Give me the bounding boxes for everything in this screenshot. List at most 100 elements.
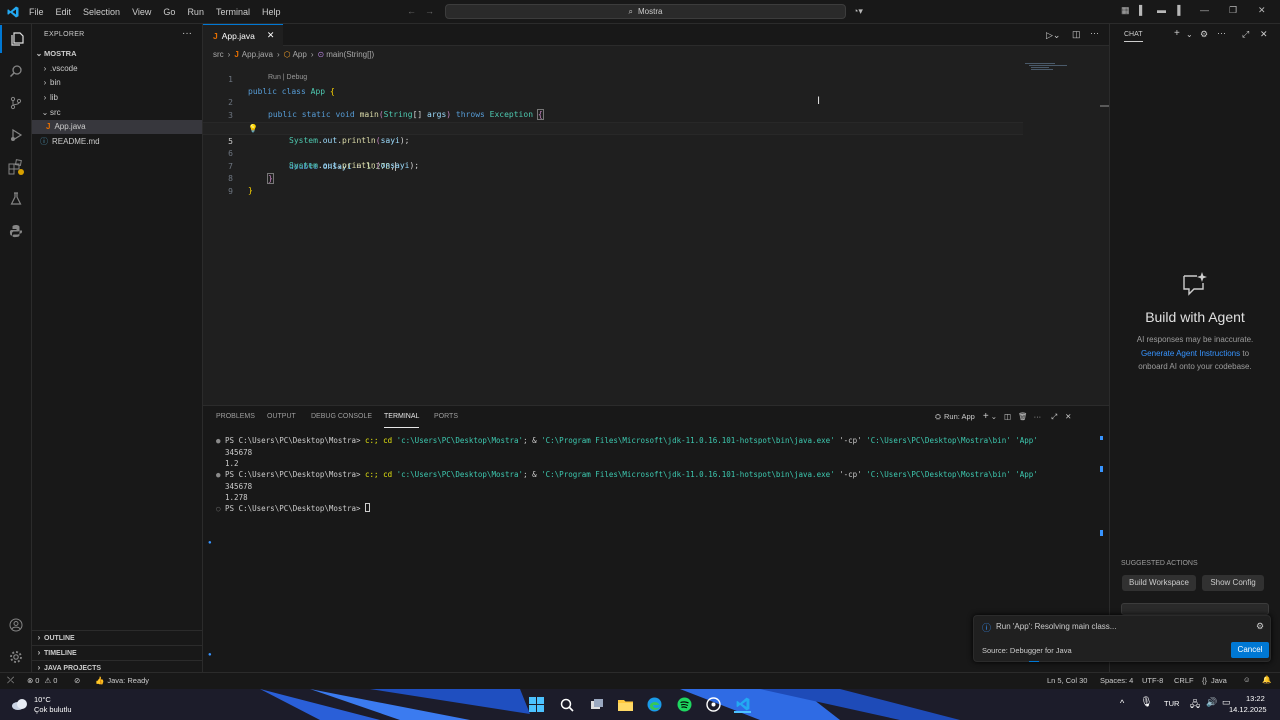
workspace-root[interactable]: ⌄ MOSTRA: [32, 47, 202, 61]
lightbulb-icon[interactable]: 💡: [248, 123, 258, 136]
show-config-button[interactable]: Show Config: [1202, 575, 1264, 591]
menu-selection[interactable]: Selection: [77, 0, 126, 24]
codelens-run-debug[interactable]: Run | Debug: [268, 74, 307, 81]
maximize-chat-icon[interactable]: ⤢: [1242, 29, 1249, 40]
back-arrow-icon[interactable]: ←: [407, 6, 416, 16]
close-chat-icon[interactable]: ✕: [1260, 29, 1268, 40]
breadcrumb-class[interactable]: App: [293, 50, 307, 59]
python-icon[interactable]: [0, 217, 32, 245]
file-explorer-icon[interactable]: [617, 696, 634, 713]
tree-item-vscode[interactable]: › .vscode: [32, 62, 202, 76]
chevron-down-icon[interactable]: ⌄: [991, 412, 997, 421]
menu-help[interactable]: Help: [256, 0, 287, 24]
breadcrumb-file[interactable]: App.java: [242, 50, 273, 59]
menu-edit[interactable]: Edit: [50, 0, 78, 24]
menu-file[interactable]: File: [23, 0, 50, 24]
tab-app-java[interactable]: J App.java ✕: [203, 24, 283, 46]
menu-run[interactable]: Run: [181, 0, 210, 24]
chat-settings-gear-icon[interactable]: ⚙: [1200, 29, 1208, 40]
tree-item-readme[interactable]: ⓘ README.md: [32, 135, 202, 149]
remote-indicator-icon[interactable]: ⤫: [7, 675, 14, 686]
ports-icon[interactable]: ⊘: [74, 676, 80, 685]
new-chat-plus-icon[interactable]: +: [1174, 28, 1180, 39]
source-control-icon[interactable]: [0, 89, 32, 117]
minimize-icon[interactable]: —: [1200, 5, 1209, 15]
tab-output[interactable]: OUTPUT: [267, 406, 296, 428]
chat-input[interactable]: [1121, 603, 1269, 615]
command-center-search[interactable]: ⌕ Mostra: [445, 4, 846, 19]
minimap[interactable]: [1025, 62, 1067, 70]
maximize-panel-icon[interactable]: ⤢: [1051, 412, 1057, 422]
cancel-button[interactable]: Cancel: [1231, 642, 1269, 658]
end-of-line[interactable]: CRLF: [1174, 676, 1194, 685]
github-desktop-icon[interactable]: [705, 696, 722, 713]
accounts-icon[interactable]: [0, 611, 32, 639]
breadcrumb-method[interactable]: main(String[]): [326, 50, 374, 59]
language-mode[interactable]: {} Java: [1202, 676, 1227, 685]
customize-layout-icon[interactable]: ▦: [1121, 5, 1130, 16]
tree-item-lib[interactable]: › lib: [32, 91, 202, 105]
tree-item-bin[interactable]: › bin: [32, 76, 202, 90]
tab-problems[interactable]: PROBLEMS: [216, 406, 255, 428]
timeline-section[interactable]: › TIMELINE: [32, 645, 202, 659]
notifications-bell-icon[interactable]: 🔔: [1262, 675, 1271, 684]
breadcrumb-folder[interactable]: src: [213, 50, 224, 59]
chat-title[interactable]: CHAT: [1124, 31, 1143, 42]
tray-chevron-up-icon[interactable]: ^: [1120, 698, 1124, 708]
start-windows-icon[interactable]: [528, 696, 545, 713]
close-window-icon[interactable]: ✕: [1258, 5, 1266, 16]
chevron-down-icon[interactable]: ⌄: [1186, 30, 1193, 39]
toggle-secondary-sidebar-icon[interactable]: ▐: [1174, 5, 1180, 15]
tree-item-app-java[interactable]: J App.java: [32, 120, 202, 134]
indentation[interactable]: Spaces: 4: [1100, 676, 1133, 685]
copilot-status-icon[interactable]: ☺: [1243, 675, 1251, 684]
restore-icon[interactable]: ❐: [1229, 5, 1237, 16]
more-actions-icon[interactable]: ···: [182, 28, 192, 39]
chat-more-icon[interactable]: ···: [1217, 28, 1226, 38]
split-editor-icon[interactable]: ◫: [1072, 29, 1081, 40]
menu-terminal[interactable]: Terminal: [210, 0, 256, 24]
copilot-icon[interactable]: ◔▾: [853, 6, 863, 17]
keyboard-language[interactable]: TUR: [1164, 699, 1179, 708]
task-view-icon[interactable]: [588, 696, 605, 713]
run-file-icon[interactable]: ▷⌄: [1046, 30, 1060, 41]
tree-item-src[interactable]: ⌄ src: [32, 106, 202, 120]
generate-instructions-link[interactable]: Generate Agent Instructions: [1141, 349, 1240, 358]
problems-status[interactable]: ⊗ 0 ⚠ 0: [27, 676, 57, 685]
tab-terminal[interactable]: TERMINAL: [384, 406, 420, 428]
microphone-icon[interactable]: 🎙: [1140, 697, 1153, 708]
manage-gear-icon[interactable]: [0, 643, 32, 671]
tab-debug-console[interactable]: DEBUG CONSOLE: [311, 406, 372, 428]
explorer-icon[interactable]: [0, 25, 32, 53]
clock-time[interactable]: 13:22: [1246, 694, 1265, 703]
edge-browser-icon[interactable]: [646, 696, 663, 713]
notification-settings-gear-icon[interactable]: ⚙: [1256, 621, 1264, 632]
forward-arrow-icon[interactable]: →: [425, 6, 434, 16]
split-terminal-icon[interactable]: ◫: [1004, 412, 1011, 421]
panel-more-icon[interactable]: ···: [1034, 412, 1042, 421]
editor-more-icon[interactable]: ···: [1090, 28, 1099, 38]
outline-section[interactable]: › OUTLINE: [32, 630, 202, 644]
weather-temp[interactable]: 10°C: [34, 695, 51, 704]
spotify-icon[interactable]: [676, 696, 693, 713]
taskbar-search-icon[interactable]: [558, 696, 575, 713]
weather-desc[interactable]: Çok bulutlu: [34, 705, 72, 714]
terminal-instance-label[interactable]: Run: App: [944, 412, 975, 421]
close-panel-icon[interactable]: ✕: [1065, 412, 1071, 421]
build-workspace-button[interactable]: Build Workspace: [1122, 575, 1196, 591]
clock-date[interactable]: 14.12.2025: [1229, 705, 1267, 714]
tab-ports[interactable]: PORTS: [434, 406, 458, 428]
toggle-sidebar-icon[interactable]: ▌: [1139, 5, 1145, 15]
volume-icon[interactable]: 🔊: [1206, 697, 1217, 708]
menu-view[interactable]: View: [126, 0, 157, 24]
close-tab-icon[interactable]: ✕: [267, 30, 275, 41]
search-icon[interactable]: [0, 57, 32, 85]
testing-icon[interactable]: [0, 185, 32, 213]
terminal-scrollbar[interactable]: [1100, 434, 1103, 542]
weather-icon[interactable]: [11, 696, 29, 712]
encoding[interactable]: UTF-8: [1142, 676, 1163, 685]
menu-go[interactable]: Go: [157, 0, 181, 24]
network-icon[interactable]: 🖧: [1190, 697, 1200, 713]
kill-terminal-trash-icon[interactable]: 🗑: [1018, 412, 1028, 421]
new-terminal-plus-icon[interactable]: +: [983, 411, 989, 422]
